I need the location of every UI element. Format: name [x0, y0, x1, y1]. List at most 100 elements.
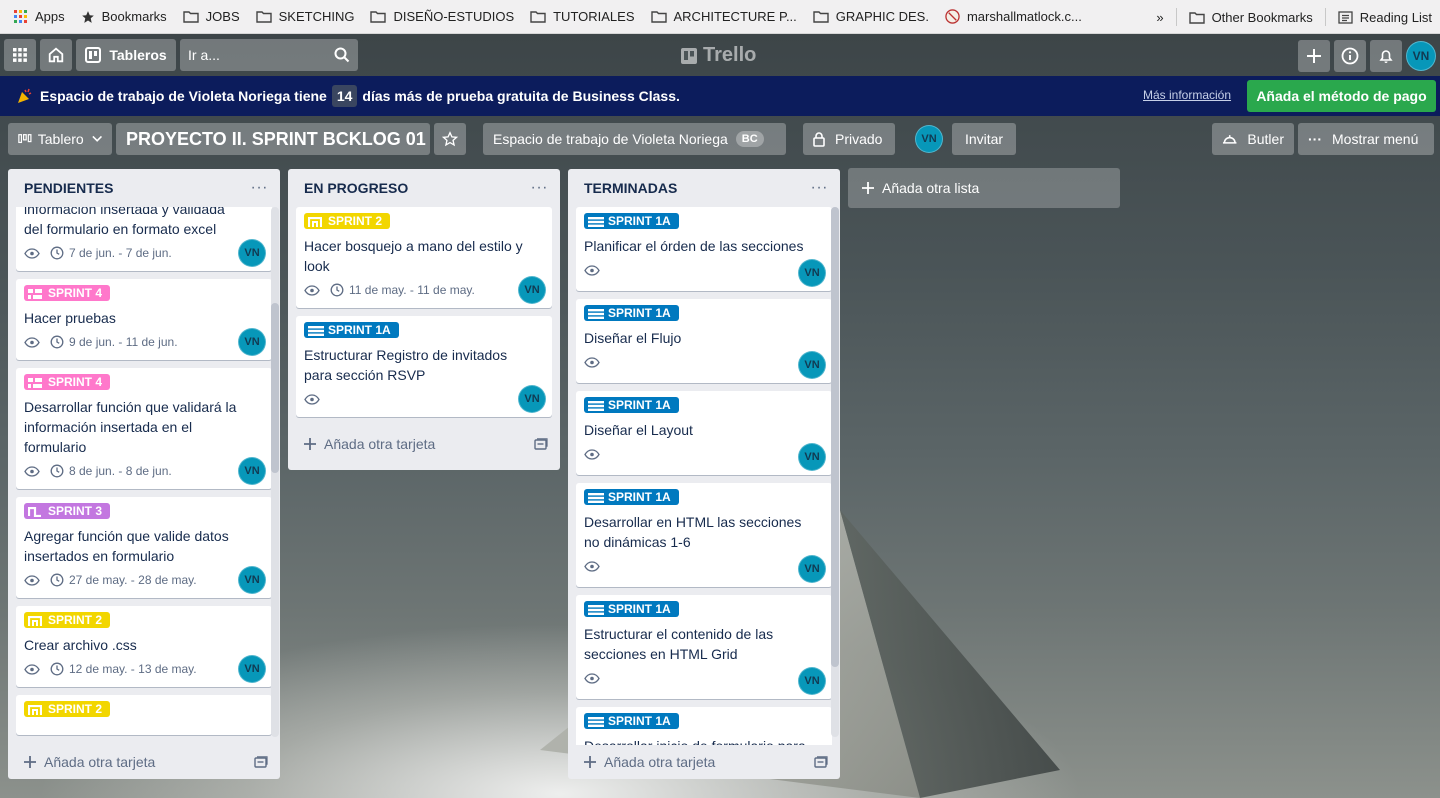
label-sprint-2[interactable]: SPRINT 2	[304, 213, 391, 229]
board-icon	[85, 47, 102, 63]
add-payment-button[interactable]: Añada el método de pago	[1247, 80, 1436, 112]
more-info-link[interactable]: Más información	[1143, 88, 1231, 102]
card-member-avatar[interactable]: VN	[798, 667, 826, 695]
list-title[interactable]: PENDIENTES	[24, 180, 113, 196]
list-title[interactable]: EN PROGRESO	[304, 180, 408, 196]
workspace-button[interactable]: Espacio de trabajo de Violeta Noriega BC	[483, 123, 786, 155]
star-board-button[interactable]	[434, 123, 466, 155]
bookmark-folder-tutoriales[interactable]: TUTORIALES	[522, 0, 642, 34]
butler-button[interactable]: Butler	[1212, 123, 1294, 155]
label-pattern-icon	[588, 716, 604, 727]
card[interactable]: SPRINT 1A Estructurar Registro de invita…	[296, 316, 552, 417]
label-pattern-icon	[27, 506, 42, 518]
bookmark-marshallmatlock[interactable]: marshallmatlock.c...	[937, 0, 1090, 34]
info-button[interactable]	[1334, 40, 1366, 72]
label-sprint-3[interactable]: SPRINT 3	[24, 503, 111, 519]
label-sprint-4[interactable]: SPRINT 4	[24, 374, 111, 390]
card[interactable]: SPRINT 2 Hacer bosquejo a mano del estil…	[296, 207, 552, 308]
other-bookmarks[interactable]: Other Bookmarks	[1181, 0, 1321, 34]
label-sprint-1a[interactable]: SPRINT 1A	[304, 322, 399, 338]
card-badges	[584, 348, 824, 376]
card[interactable]: SPRINT 1A Diseñar el Layout VN	[576, 391, 832, 475]
add-card-button[interactable]: Añada otra tarjeta	[568, 745, 840, 779]
notifications-button[interactable]	[1370, 40, 1402, 72]
card-member-avatar[interactable]: VN	[518, 276, 546, 304]
bookmark-folder-graphic[interactable]: GRAPHIC DES.	[805, 0, 937, 34]
card[interactable]: información insertada y validada del for…	[16, 207, 272, 271]
card[interactable]: SPRINT 1A Desarrollar en HTML las seccio…	[576, 483, 832, 587]
card[interactable]: SPRINT 2 Crear archivo .css 12 de may. -…	[16, 606, 272, 687]
create-button[interactable]	[1298, 40, 1330, 72]
card-member-avatar[interactable]: VN	[238, 457, 266, 485]
bookmark-apps[interactable]: Apps	[6, 0, 73, 34]
add-card-button[interactable]: Añada otra tarjeta	[288, 427, 560, 461]
card[interactable]: SPRINT 1A Diseñar el Flujo VN	[576, 299, 832, 383]
apps-switcher-button[interactable]	[4, 39, 36, 71]
label-sprint-1a[interactable]: SPRINT 1A	[584, 489, 679, 505]
home-button[interactable]	[40, 39, 72, 71]
card-member-avatar[interactable]: VN	[798, 259, 826, 287]
show-menu-button[interactable]: ··· Mostrar menú	[1298, 123, 1434, 155]
add-card-button[interactable]: Añada otra tarjeta	[8, 745, 280, 779]
board-title[interactable]: PROYECTO II. SPRINT BCKLOG 01	[116, 123, 430, 155]
board-member[interactable]: VN	[915, 125, 943, 153]
card[interactable]: SPRINT 2	[16, 695, 272, 735]
card[interactable]: SPRINT 1A Estructurar el contenido de la…	[576, 595, 832, 699]
scrollbar-thumb[interactable]	[271, 303, 279, 473]
bookmark-folder-diseno[interactable]: DISEÑO-ESTUDIOS	[362, 0, 522, 34]
reading-list[interactable]: Reading List	[1330, 0, 1440, 34]
search-input[interactable]: Ir a...	[180, 39, 358, 71]
trello-logo[interactable]: Trello	[681, 44, 756, 67]
card[interactable]: SPRINT 4 Hacer pruebas 9 de jun. - 11 de…	[16, 279, 272, 360]
label-sprint-2[interactable]: SPRINT 2	[24, 612, 111, 628]
label-sprint-1a[interactable]: SPRINT 1A	[584, 397, 679, 413]
card[interactable]: SPRINT 1A Desarrollar inicio de formular…	[576, 707, 832, 745]
label-sprint-1a[interactable]: SPRINT 1A	[584, 213, 679, 229]
list-menu-icon[interactable]: ···	[251, 179, 268, 197]
card-member-avatar[interactable]: VN	[798, 555, 826, 583]
label-sprint-1a[interactable]: SPRINT 1A	[584, 305, 679, 321]
boards-button[interactable]: Tableros	[76, 39, 176, 71]
bookmarks-overflow-button[interactable]: »	[1148, 0, 1171, 34]
label-sprint-2[interactable]: SPRINT 2	[24, 701, 111, 717]
list-scrollbar[interactable]	[271, 207, 279, 737]
board-view-switcher[interactable]: Tablero	[8, 123, 112, 155]
invite-button[interactable]: Invitar	[952, 123, 1016, 155]
card[interactable]: SPRINT 4 Desarrollar función que validar…	[16, 368, 272, 489]
bookmark-label: marshallmatlock.c...	[966, 9, 1082, 24]
privacy-button[interactable]: Privado	[803, 123, 895, 155]
card-member-avatar[interactable]: VN	[238, 655, 266, 683]
bookmark-label: TUTORIALES	[553, 9, 635, 24]
list-en-progreso[interactable]: EN PROGRESO ··· SPRINT 2 Hacer bosquejo …	[288, 169, 560, 470]
label-sprint-1a[interactable]: SPRINT 1A	[584, 713, 679, 729]
card-member-avatar[interactable]: VN	[238, 566, 266, 594]
bookmark-folder-jobs[interactable]: JOBS	[175, 0, 248, 34]
add-list-button[interactable]: Añada otra lista	[848, 168, 1120, 208]
card-member-avatar[interactable]: VN	[798, 443, 826, 471]
card[interactable]: SPRINT 1A Planificar el órden de las sec…	[576, 207, 832, 291]
list-scrollbar[interactable]	[831, 207, 839, 737]
bookmark-folder-sketching[interactable]: SKETCHING	[248, 0, 363, 34]
card-member-avatar[interactable]: VN	[798, 351, 826, 379]
label-sprint-1a[interactable]: SPRINT 1A	[584, 601, 679, 617]
bookmark-bookmarks[interactable]: Bookmarks	[73, 0, 175, 34]
more-icon: ···	[1308, 131, 1322, 147]
list-menu-icon[interactable]: ···	[531, 179, 548, 197]
list-menu-icon[interactable]: ···	[811, 179, 828, 197]
card-template-icon[interactable]	[254, 756, 268, 768]
list-terminadas[interactable]: TERMINADAS ··· SPRINT 1A Planificar el ó…	[568, 169, 840, 779]
bookmark-folder-architecture[interactable]: ARCHITECTURE P...	[643, 0, 805, 34]
card-member-avatar[interactable]: VN	[238, 239, 266, 267]
plus-icon	[584, 756, 596, 768]
card-template-icon[interactable]	[814, 756, 828, 768]
eye-icon	[24, 465, 40, 477]
scrollbar-thumb[interactable]	[831, 207, 839, 667]
card[interactable]: SPRINT 3 Agregar función que valide dato…	[16, 497, 272, 598]
card-template-icon[interactable]	[534, 438, 548, 450]
card-member-avatar[interactable]: VN	[238, 328, 266, 356]
label-sprint-4[interactable]: SPRINT 4	[24, 285, 111, 301]
list-pendientes[interactable]: PENDIENTES ··· información insertada y v…	[8, 169, 280, 779]
card-member-avatar[interactable]: VN	[518, 385, 546, 413]
avatar[interactable]: VN	[1406, 41, 1436, 71]
list-title[interactable]: TERMINADAS	[584, 180, 677, 196]
